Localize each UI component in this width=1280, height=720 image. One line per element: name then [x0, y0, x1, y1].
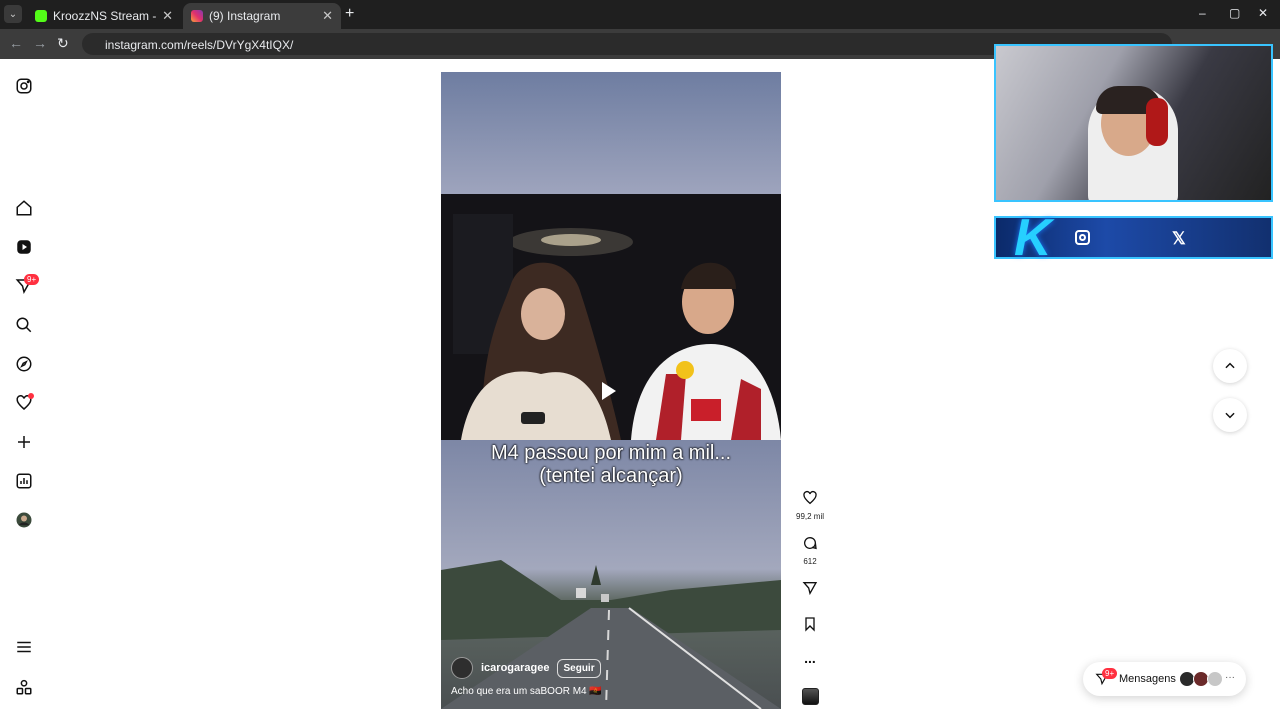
like-button[interactable]: 99,2 mil — [796, 490, 824, 521]
video-top-area — [441, 72, 781, 194]
video-car-interior — [441, 194, 781, 440]
save-button[interactable] — [796, 616, 824, 637]
tab-instagram[interactable]: (9) Instagram ✕ — [183, 3, 341, 29]
video-text-overlay: M4 passou por mim a mil... (tentei alcan… — [441, 442, 781, 488]
notification-dot — [28, 393, 34, 399]
create-icon[interactable] — [14, 432, 34, 452]
comment-count: 612 — [803, 557, 817, 566]
new-tab-button[interactable]: + — [345, 5, 354, 23]
close-window-button[interactable]: ✕ — [1258, 6, 1268, 20]
chevron-down-icon — [1225, 412, 1235, 419]
follow-button[interactable]: Seguir — [557, 658, 601, 678]
messages-label: Mensagens — [1119, 673, 1176, 685]
reel-caption[interactable]: Acho que era um saBOOR M4 🇦🇴 — [451, 686, 602, 697]
comment-button[interactable]: 612 — [796, 535, 824, 566]
chevron-up-icon — [1225, 362, 1235, 369]
previous-reel-button[interactable] — [1213, 349, 1247, 383]
reload-icon[interactable]: ↻ — [57, 35, 69, 52]
messages-more-icon[interactable]: ··· — [1225, 672, 1235, 683]
kroozzns-k-logo: K — [1014, 209, 1052, 267]
messages-button[interactable]: 9+ Mensagens ··· — [1083, 662, 1246, 696]
audio-thumbnail[interactable] — [802, 688, 819, 705]
messages-icon[interactable]: 9+ — [14, 274, 40, 296]
instagram-favicon-icon — [191, 10, 203, 22]
forward-icon[interactable]: → — [33, 35, 47, 51]
share-icon — [802, 582, 818, 596]
instagram-icon — [1075, 230, 1090, 245]
browser-tab-bar: ⌄ KroozzNS Stream - Watch Live ✕ (9) Ins… — [0, 0, 1280, 29]
next-reel-button[interactable] — [1213, 398, 1247, 432]
url-text[interactable]: instagram.com/reels/DVrYgX4tIQX/ — [105, 38, 293, 52]
close-tab-icon[interactable]: ✕ — [322, 8, 333, 24]
tab-search-button[interactable]: ⌄ — [4, 5, 22, 23]
notifications-badge: 9+ — [24, 274, 40, 285]
author-avatar[interactable] — [451, 657, 473, 679]
x-twitter-icon: 𝕏 — [1172, 229, 1186, 248]
close-tab-icon[interactable]: ✕ — [162, 8, 173, 24]
maximize-button[interactable]: ▢ — [1229, 6, 1240, 20]
notifications-icon[interactable] — [14, 393, 34, 413]
instagram-logo-icon[interactable] — [14, 76, 34, 96]
message-avatar — [1207, 671, 1223, 687]
comment-icon — [804, 537, 817, 550]
more-options-button[interactable]: ... — [796, 650, 824, 666]
profile-avatar[interactable] — [14, 510, 34, 530]
tab-kroozzns-stream[interactable]: KroozzNS Stream - Watch Live ✕ — [27, 3, 181, 29]
like-count: 99,2 mil — [796, 512, 825, 521]
search-icon[interactable] — [14, 315, 34, 335]
menu-icon[interactable] — [14, 637, 34, 657]
overlay-line-1: M4 passou por mim a mil... — [490, 442, 732, 464]
minimize-button[interactable]: – — [1199, 6, 1206, 20]
share-button[interactable] — [796, 580, 824, 601]
overlay-line-2: (tentei alcançar) — [539, 465, 683, 487]
more-apps-icon[interactable] — [14, 677, 34, 697]
dashboard-icon[interactable] — [14, 471, 34, 491]
reel-video[interactable]: M4 passou por mim a mil... (tentei alcan… — [441, 72, 781, 709]
explore-icon[interactable] — [14, 354, 34, 374]
reels-icon[interactable] — [14, 237, 34, 257]
heart-icon — [803, 490, 817, 505]
play-icon[interactable] — [602, 382, 616, 400]
messages-badge: 9+ — [1102, 668, 1118, 679]
bookmark-icon — [805, 617, 815, 632]
kick-favicon-icon — [35, 10, 47, 22]
home-icon[interactable] — [14, 198, 34, 218]
back-icon[interactable]: ← — [9, 35, 23, 51]
streamer-webcam — [994, 44, 1273, 202]
author-username[interactable]: icarogaragee — [481, 662, 549, 674]
webcam-headset — [1146, 98, 1168, 146]
reel-author: icarogaragee Seguir — [451, 657, 601, 679]
